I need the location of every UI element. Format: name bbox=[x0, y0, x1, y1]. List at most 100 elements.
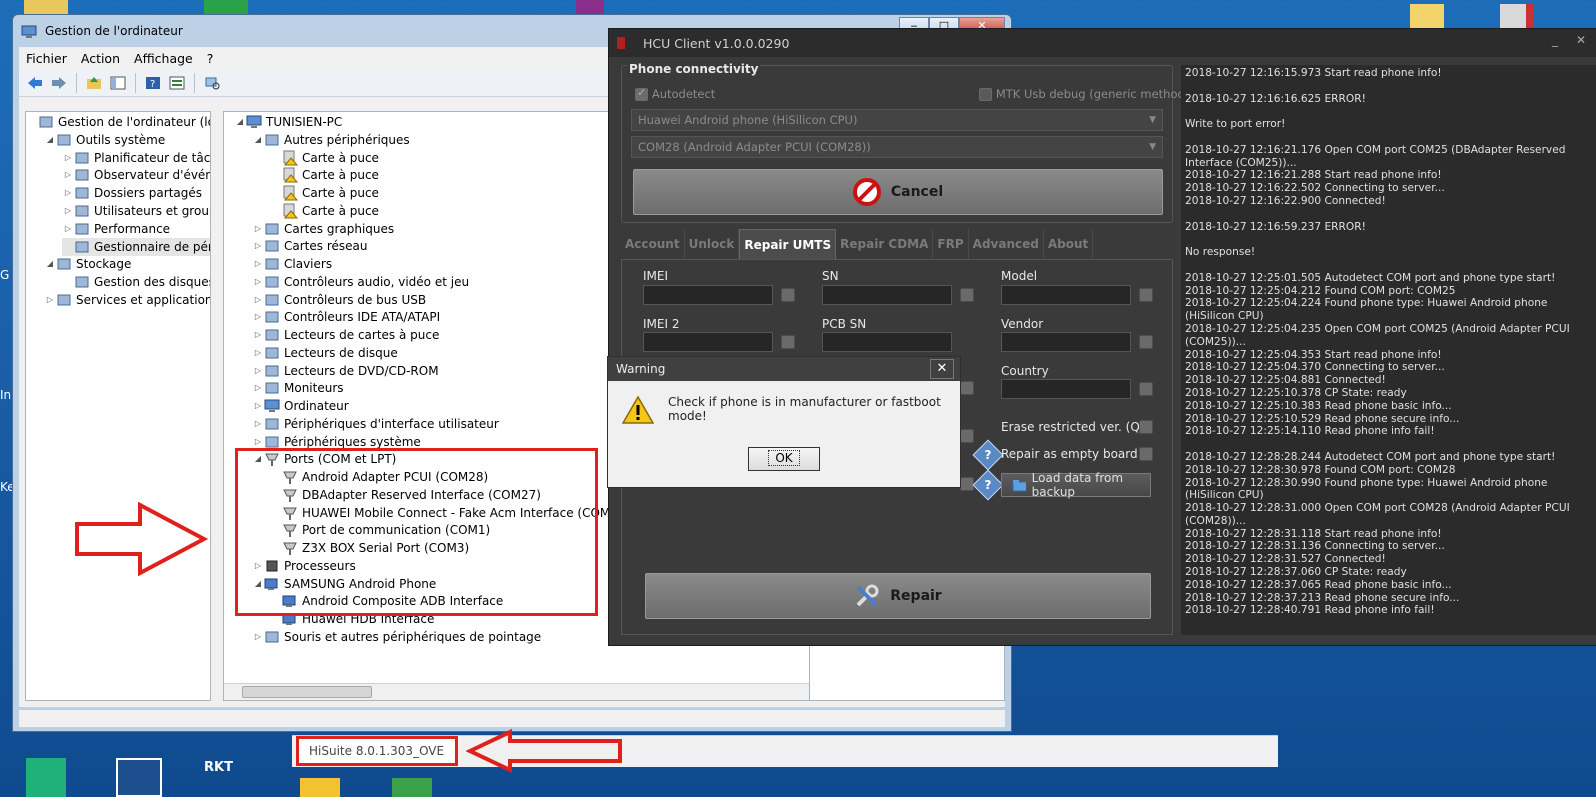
tree-item[interactable]: ▷ Lecteurs de cartes à puce bbox=[252, 326, 439, 344]
properties-icon[interactable] bbox=[167, 73, 187, 93]
help-icon[interactable]: ? bbox=[143, 73, 163, 93]
forward-arrow-icon[interactable] bbox=[49, 73, 69, 93]
warning-close-button[interactable]: ✕ bbox=[930, 359, 954, 379]
tree-expander-icon[interactable]: ◢ bbox=[44, 255, 56, 273]
taskbar-app-icon-1[interactable] bbox=[26, 758, 66, 797]
desktop-icon-green-app[interactable] bbox=[204, 0, 248, 14]
tree-item[interactable]: ▷ Cartes graphiques bbox=[252, 220, 394, 238]
tree-expander-icon[interactable]: ▷ bbox=[252, 237, 264, 255]
menu-action[interactable]: Action bbox=[74, 51, 127, 66]
taskbar-app-icon-3[interactable] bbox=[300, 778, 340, 797]
tree-item[interactable]: Carte à puce bbox=[270, 184, 379, 202]
tree-item[interactable]: ▷ Contrôleurs de bus USB bbox=[252, 291, 426, 309]
tree-item[interactable]: ▷ Contrôleurs audio, vidéo et jeu bbox=[252, 273, 469, 291]
tree-item[interactable]: ▷ Périphériques d'interface utilisateur bbox=[252, 415, 499, 433]
tree-item[interactable]: ▷ Contrôleurs IDE ATA/ATAPI bbox=[252, 308, 440, 326]
sn-field[interactable] bbox=[822, 285, 952, 305]
tree-expander-icon[interactable]: ▷ bbox=[62, 220, 74, 238]
tab-about[interactable]: About bbox=[1044, 229, 1094, 259]
tree-item[interactable]: Gestionnaire de périphé bbox=[62, 237, 210, 256]
country-checkbox[interactable] bbox=[1139, 382, 1153, 396]
tree-item[interactable]: ◢ Stockage bbox=[44, 255, 131, 273]
tab-account[interactable]: Account bbox=[621, 229, 685, 259]
tree-item[interactable]: ▷ Claviers bbox=[252, 255, 332, 273]
tree-expander-icon[interactable]: ▷ bbox=[252, 362, 264, 380]
tree-expander-icon[interactable]: ▷ bbox=[62, 184, 74, 202]
tree-expander-icon[interactable]: ▷ bbox=[62, 166, 74, 184]
tree-expander-icon[interactable]: ▷ bbox=[252, 344, 264, 362]
hidden-field-checkbox[interactable] bbox=[960, 381, 974, 395]
com-port-select[interactable]: COM28 (Android Adapter PCUI (COM28)) ▼ bbox=[631, 136, 1163, 158]
tab-repair-cdma[interactable]: Repair CDMA bbox=[836, 229, 934, 259]
tree-expander-icon[interactable]: ▷ bbox=[252, 291, 264, 309]
tab-advanced[interactable]: Advanced bbox=[969, 229, 1044, 259]
tree-item[interactable]: ▷ Ordinateur bbox=[252, 397, 349, 415]
imei-field[interactable] bbox=[643, 285, 773, 305]
tree-item[interactable]: ▷ Performance bbox=[62, 220, 170, 238]
imei2-checkbox[interactable] bbox=[781, 335, 795, 349]
tree-item[interactable]: Gestion de l'ordinateur (local) bbox=[26, 113, 210, 131]
option-checkbox[interactable] bbox=[960, 429, 974, 443]
cancel-button[interactable]: Cancel bbox=[633, 169, 1163, 215]
desktop-icon-folder[interactable] bbox=[24, 0, 68, 14]
hcu-close-button[interactable]: ✕ bbox=[1569, 33, 1593, 51]
tree-expander-icon[interactable]: ◢ bbox=[252, 131, 264, 149]
tree-item[interactable]: ▷ Lecteurs de disque bbox=[252, 344, 398, 362]
tree-item[interactable]: ◢ Outils système bbox=[44, 131, 165, 149]
tree-expander-icon[interactable]: ▷ bbox=[252, 220, 264, 238]
tree-item[interactable]: ▷ Services et applications bbox=[44, 291, 210, 309]
tree-item[interactable]: ▷ Moniteurs bbox=[252, 379, 344, 397]
tab-repair-umts[interactable]: Repair UMTS bbox=[739, 229, 837, 259]
imei2-field[interactable] bbox=[643, 332, 773, 352]
tree-expander-icon[interactable]: ▷ bbox=[252, 397, 264, 415]
tree-item[interactable]: ▷ Souris et autres périphériques de point… bbox=[252, 628, 541, 646]
tree-expander-icon[interactable]: ◢ bbox=[234, 113, 246, 131]
vendor-field[interactable] bbox=[1001, 332, 1131, 352]
tree-expander-icon[interactable]: ▷ bbox=[252, 628, 264, 646]
sn-checkbox[interactable] bbox=[960, 288, 974, 302]
tree-expander-icon[interactable]: ▷ bbox=[44, 291, 56, 309]
taskbar-app-icon-2[interactable] bbox=[116, 758, 162, 797]
mtk-checkbox[interactable] bbox=[979, 88, 992, 101]
vendor-checkbox[interactable] bbox=[1139, 335, 1153, 349]
tree-expander-icon[interactable]: ▷ bbox=[252, 273, 264, 291]
model-checkbox[interactable] bbox=[1139, 288, 1153, 302]
repair-empty-checkbox[interactable] bbox=[1139, 447, 1153, 461]
tab-frp[interactable]: FRP bbox=[933, 229, 969, 259]
model-field[interactable] bbox=[1001, 285, 1131, 305]
tree-item[interactable]: ▷ Planificateur de tâches bbox=[62, 149, 210, 167]
ok-button[interactable]: OK bbox=[748, 447, 820, 471]
erase-restricted-checkbox[interactable] bbox=[1139, 420, 1153, 434]
tree-expander-icon[interactable]: ▷ bbox=[252, 326, 264, 344]
mtk-checkbox-row[interactable]: MTK Usb debug (generic method) bbox=[979, 87, 1189, 101]
phone-type-select[interactable]: Huawei Android phone (HiSilicon CPU) ▼ bbox=[631, 109, 1163, 131]
tree-expander-icon[interactable]: ▷ bbox=[252, 415, 264, 433]
tree-expander-icon[interactable]: ▷ bbox=[62, 149, 74, 167]
load-backup-button[interactable]: Load data from backup bbox=[1001, 471, 1151, 499]
scan-hardware-icon[interactable] bbox=[202, 73, 222, 93]
repair-button[interactable]: Repair bbox=[645, 573, 1151, 619]
tree-item[interactable]: Carte à puce bbox=[270, 202, 379, 220]
log-panel[interactable]: 2018-10-27 12:16:15.973 Start read phone… bbox=[1181, 65, 1596, 635]
tree-item[interactable]: ▷ Observateur d'événeme bbox=[62, 166, 210, 184]
show-hide-tree-icon[interactable] bbox=[108, 73, 128, 93]
rkt-icon[interactable]: RKT bbox=[204, 760, 233, 775]
menu-help[interactable]: ? bbox=[200, 51, 221, 66]
pcb-sn-field[interactable] bbox=[822, 332, 952, 352]
tree-expander-icon[interactable]: ▷ bbox=[62, 202, 74, 220]
taskbar-app-icon-4[interactable] bbox=[392, 778, 432, 797]
horizontal-scrollbar[interactable] bbox=[224, 683, 812, 700]
tree-expander-icon[interactable]: ◢ bbox=[44, 131, 56, 149]
autodetect-checkbox-row[interactable]: Autodetect bbox=[635, 86, 715, 101]
autodetect-checkbox[interactable] bbox=[635, 86, 648, 101]
tab-unlock[interactable]: Unlock bbox=[685, 229, 740, 259]
tree-item[interactable]: ▷ Cartes réseau bbox=[252, 237, 368, 255]
up-folder-icon[interactable] bbox=[84, 73, 104, 93]
menu-affichage[interactable]: Affichage bbox=[127, 51, 200, 66]
tree-item[interactable]: Carte à puce bbox=[270, 166, 379, 184]
tree-item[interactable]: ◢ TUNISIEN-PC bbox=[234, 113, 342, 131]
hcu-titlebar[interactable]: HCU Client v1.0.0.0290 bbox=[609, 29, 1596, 57]
tree-expander-icon[interactable]: ▷ bbox=[252, 308, 264, 326]
country-field[interactable] bbox=[1001, 379, 1131, 399]
imei-checkbox[interactable] bbox=[781, 288, 795, 302]
